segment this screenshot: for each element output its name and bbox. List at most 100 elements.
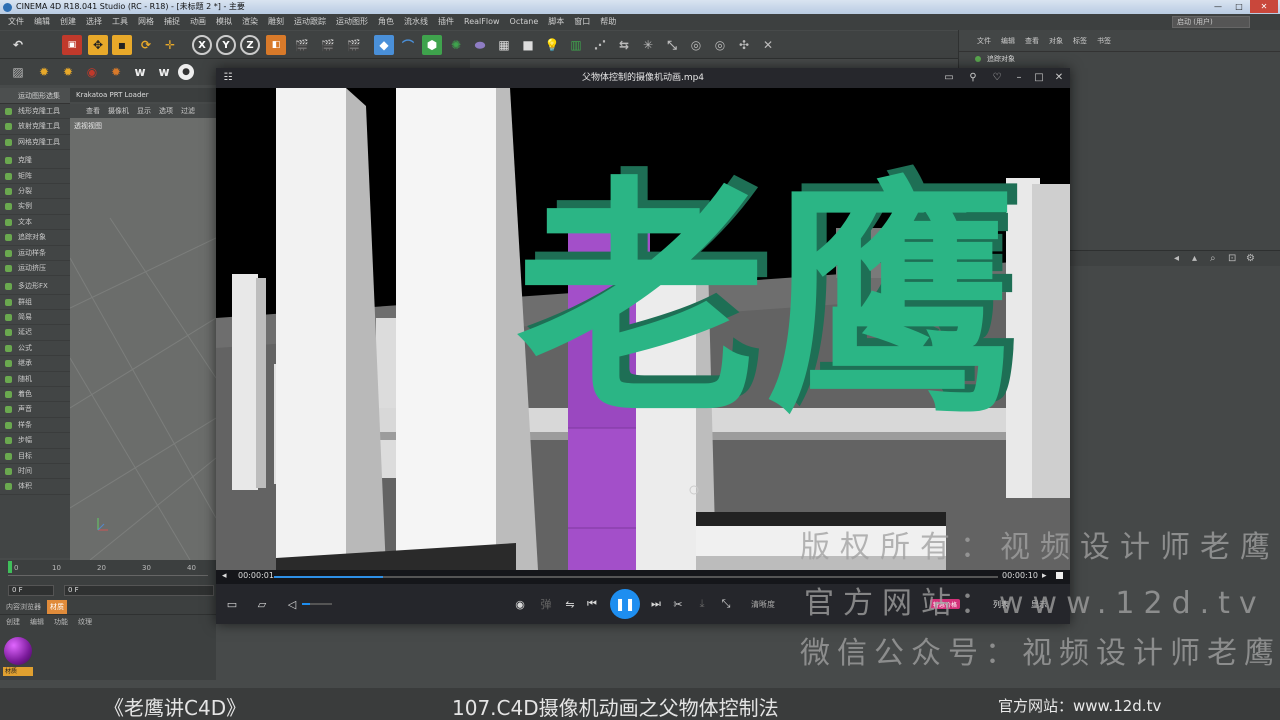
object-menu-item[interactable]: 查看 [1025, 30, 1039, 51]
mograph-tool-item[interactable]: 文本 [0, 215, 70, 231]
quality-button[interactable]: 清晰度 [746, 594, 780, 614]
mograph-tool-item[interactable]: 着色 [0, 387, 70, 403]
viewport-menu-item[interactable]: 选项 [159, 104, 173, 118]
object-menu-item[interactable]: 书签 [1097, 30, 1111, 51]
perspective-viewport[interactable]: 透视视图 [70, 118, 216, 560]
viewport-menu-item[interactable]: 显示 [137, 104, 151, 118]
tab-krakatoa[interactable]: Krakatoa PRT Loader [76, 91, 149, 99]
maximize-icon[interactable]: □ [1229, 0, 1249, 13]
menu-item[interactable]: Octane [510, 14, 539, 30]
viewport-menu-item[interactable]: 过滤 [181, 104, 195, 118]
back-arrow-icon[interactable]: ◂ [1174, 253, 1179, 264]
search-icon[interactable]: ⌕ [1210, 253, 1216, 264]
mograph-tool-item[interactable]: 线形克隆工具 [0, 104, 70, 120]
add-tool-icon[interactable]: ✛ [160, 35, 180, 55]
mograph-tool-item[interactable]: 网格克隆工具 [0, 135, 70, 151]
toolbar2-btn-2-icon[interactable]: ✹ [34, 62, 54, 82]
menu-item[interactable]: 工具 [112, 14, 128, 30]
menu-item[interactable]: 选择 [86, 14, 102, 30]
render-picture-icon[interactable]: 🎬 [318, 35, 338, 55]
tool-8-icon[interactable]: ✕ [758, 35, 778, 55]
start-frame-field[interactable]: 0 F [8, 585, 54, 596]
menu-item[interactable]: 脚本 [548, 14, 564, 30]
mograph-tool-item[interactable]: 时间 [0, 464, 70, 480]
skin-icon[interactable]: ♡ [986, 68, 1008, 88]
camera-icon[interactable]: ■ [518, 35, 538, 55]
menu-item[interactable]: 模拟 [216, 14, 232, 30]
object-row[interactable]: 追踪对象 [959, 52, 1280, 66]
mograph-tool-item[interactable]: 多边形FX [0, 279, 70, 295]
move-tool-icon[interactable]: ✥ [88, 35, 108, 55]
scale-tool-icon[interactable]: ▪ [112, 35, 132, 55]
adjust-icon[interactable]: ⇋ [560, 594, 580, 614]
menu-item[interactable]: 运动跟踪 [294, 14, 326, 30]
object-menu-item[interactable]: 对象 [1049, 30, 1063, 51]
mograph-tool-item[interactable]: 体积 [0, 479, 70, 495]
menu-item[interactable]: 编辑 [34, 14, 50, 30]
menu-item[interactable]: 文件 [8, 14, 24, 30]
current-frame-field[interactable]: 0 F [64, 585, 214, 596]
player-close-icon[interactable]: ✕ [1048, 68, 1070, 88]
render-view-icon[interactable]: 🎬 [292, 35, 312, 55]
z-axis-icon[interactable]: Z [240, 35, 260, 55]
tool-7-icon[interactable]: ✣ [734, 35, 754, 55]
mograph-tool-item[interactable]: 实例 [0, 199, 70, 215]
layout-select[interactable]: 启动 (用户) [1172, 16, 1250, 28]
floor-icon[interactable]: ▦ [494, 35, 514, 55]
menu-item[interactable]: 插件 [438, 14, 454, 30]
subdivision-icon[interactable]: ⬢ [422, 35, 442, 55]
tool-1-icon[interactable]: ⋰ [590, 35, 610, 55]
up-arrow-icon[interactable]: ▴ [1192, 253, 1197, 264]
object-menu-item[interactable]: 编辑 [1001, 30, 1015, 51]
toolbar2-btn-5-icon[interactable]: ✹ [106, 62, 126, 82]
toolbar2-btn-3-icon[interactable]: ✹ [58, 62, 78, 82]
object-menu-item[interactable]: 文件 [977, 30, 991, 51]
tool-5-icon[interactable]: ◎ [686, 35, 706, 55]
material-menu-item[interactable]: 创建 [6, 615, 20, 628]
mograph-tool-item[interactable]: 步幅 [0, 433, 70, 449]
menu-item[interactable]: 角色 [378, 14, 394, 30]
material-menu-item[interactable]: 编辑 [30, 615, 44, 628]
viewport-menu-item[interactable]: 摄像机 [108, 104, 129, 118]
mograph-tool-item[interactable]: 放射克隆工具 [0, 119, 70, 135]
menu-item[interactable]: 雕刻 [268, 14, 284, 30]
mograph-tool-item[interactable]: 克隆 [0, 153, 70, 169]
toolbar2-btn-8-icon[interactable]: ● [178, 64, 194, 80]
mograph-tool-item[interactable]: 简易 [0, 310, 70, 326]
toolbar2-btn-4-icon[interactable]: ◉ [82, 62, 102, 82]
mograph-icon[interactable]: ▥ [566, 35, 586, 55]
toolbar2-btn-6-icon[interactable]: w [130, 62, 150, 82]
menu-item[interactable]: 帮助 [600, 14, 616, 30]
mograph-tool-item[interactable]: 继承 [0, 356, 70, 372]
mograph-tool-item[interactable]: 样条 [0, 418, 70, 434]
mograph-tool-item[interactable]: 分裂 [0, 184, 70, 200]
danmaku-icon[interactable]: 弹 [536, 594, 556, 614]
eye-icon[interactable]: ◉ [510, 594, 530, 614]
x-axis-icon[interactable]: X [192, 35, 212, 55]
mograph-tool-item[interactable]: 延迟 [0, 325, 70, 341]
menu-item[interactable]: 运动图形 [336, 14, 368, 30]
menu-item[interactable]: 网格 [138, 14, 154, 30]
timeline[interactable]: 0 10 20 30 40 0 F 0 F [0, 560, 216, 600]
playhead[interactable] [8, 561, 12, 573]
next-icon[interactable]: ⏭ [646, 594, 666, 614]
material-preview[interactable] [4, 637, 32, 665]
coordinate-system-icon[interactable]: ◧ [266, 35, 286, 55]
tab-content-browser[interactable]: 内容浏览器 [6, 600, 41, 614]
deformer-icon[interactable]: ⬬ [470, 35, 490, 55]
mograph-tool-item[interactable]: 目标 [0, 449, 70, 464]
player-maximize-icon[interactable]: □ [1028, 68, 1050, 88]
video-frame[interactable]: 老鹰 老鹰 [216, 88, 1070, 570]
settings-icon[interactable]: ⚙ [1246, 253, 1255, 264]
chat-icon[interactable]: ▭ [938, 68, 960, 88]
menu-item[interactable]: 渲染 [242, 14, 258, 30]
pause-button[interactable]: ❚❚ [610, 589, 640, 619]
light-icon[interactable]: 💡 [542, 35, 562, 55]
pen-icon[interactable]: ⌒ [398, 35, 418, 55]
volume-icon[interactable]: ◁ [282, 594, 302, 614]
open-file-icon[interactable]: ▱ [252, 594, 272, 614]
mograph-tool-item[interactable]: 公式 [0, 341, 70, 357]
player-menu-icon[interactable]: ☷ [222, 72, 234, 84]
mograph-tool-item[interactable]: 运动样条 [0, 246, 70, 261]
menu-item[interactable]: 流水线 [404, 14, 428, 30]
